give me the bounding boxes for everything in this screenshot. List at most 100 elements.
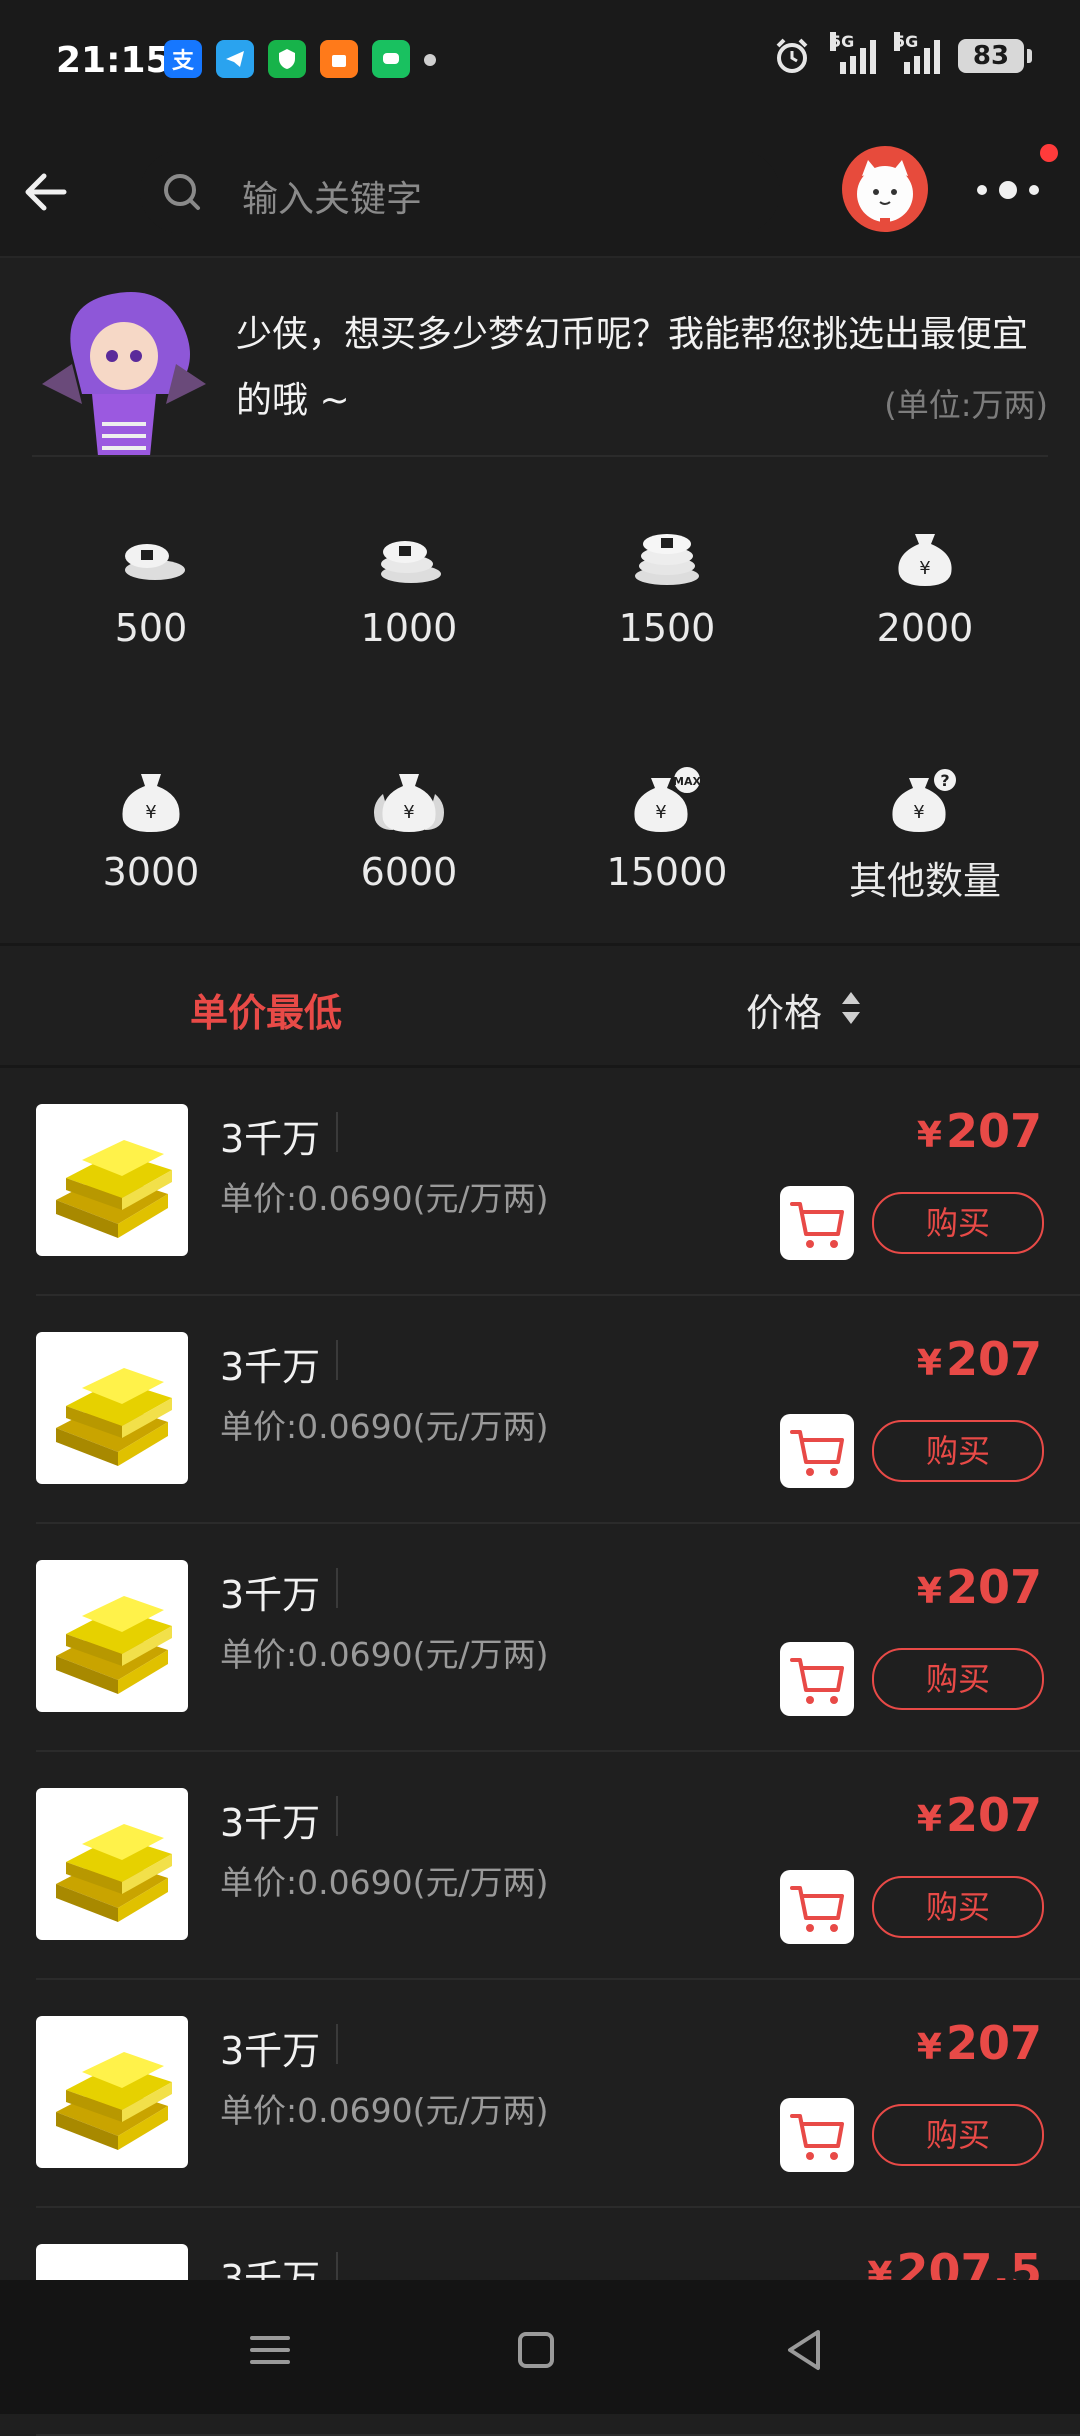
cat-mascot-icon — [857, 160, 913, 226]
svg-text:¥: ¥ — [913, 802, 924, 823]
status-time: 21:15 — [56, 40, 171, 81]
add-to-cart-button[interactable] — [780, 1414, 854, 1488]
coin-stack-small-icon — [125, 544, 185, 580]
alipay-app-icon: 支 — [164, 40, 202, 78]
shopping-app-icon — [320, 40, 358, 78]
money-bag-icon: ¥ — [898, 534, 952, 586]
listing-price: ¥207 — [917, 1332, 1042, 1386]
listing-title: 3千万 — [220, 1801, 321, 1845]
search-bar[interactable]: 输入关键字 — [140, 150, 780, 234]
sort-price[interactable]: 价格 — [746, 982, 822, 1037]
listing-price: ¥207 — [917, 2016, 1042, 2070]
listing-price: ¥207 — [917, 1560, 1042, 1614]
unit-label: (单位:万两) — [884, 386, 1048, 424]
quantity-option-15000[interactable]: ¥ MAX 15000 — [532, 714, 802, 914]
title-separator — [336, 1568, 338, 1608]
buy-button[interactable]: 购买 — [872, 1420, 1044, 1482]
quantity-option-6000[interactable]: ¥ 6000 — [274, 714, 544, 914]
sort-lowest-unit-price[interactable]: 单价最低 — [190, 982, 342, 1037]
title-separator — [336, 1112, 338, 1152]
gold-bars-icon — [56, 1140, 172, 1238]
system-status: 5G 5G 83 — [772, 32, 1032, 76]
home-icon[interactable] — [506, 2320, 566, 2380]
quantity-grid: 500 1000 1500 ¥ 2000 ¥ 3000 ¥ 6000 ¥ MAX… — [0, 470, 1080, 940]
quantity-option-3000[interactable]: ¥ 3000 — [16, 714, 286, 914]
avatar[interactable] — [842, 146, 928, 232]
price-value: 207 — [945, 2016, 1042, 2070]
security-app-icon — [268, 40, 306, 78]
listing-unit-price: 单价:0.0690(元/万两) — [220, 1863, 549, 1902]
price-value: 207 — [945, 1104, 1042, 1158]
status-bar: 21:15 支 5G 5G 83 — [0, 0, 1080, 130]
gold-bars-image — [36, 1332, 188, 1484]
listing-title: 3千万 — [220, 1345, 321, 1389]
notification-icons: 支 — [164, 40, 436, 78]
add-to-cart-button[interactable] — [780, 1870, 854, 1944]
listing-title: 3千万 — [220, 1573, 321, 1617]
listing-item[interactable]: 3千万单价:0.0690(元/万两) ¥207 购买 — [0, 1980, 1080, 2208]
divider — [32, 455, 1048, 457]
back-icon[interactable] — [774, 2320, 834, 2380]
buy-button[interactable]: 购买 — [872, 2104, 1044, 2166]
title-separator — [336, 1796, 338, 1836]
add-to-cart-button[interactable] — [780, 1186, 854, 1260]
quantity-option-500[interactable]: 500 — [16, 470, 286, 670]
currency-symbol: ¥ — [916, 1799, 942, 1840]
buy-button[interactable]: 购买 — [872, 1876, 1044, 1938]
alarm-icon — [776, 38, 808, 73]
cart-icon — [790, 1202, 844, 1248]
price-value: 207 — [945, 1332, 1042, 1386]
notification-dot — [1040, 144, 1058, 162]
coin-stack-medium-icon — [381, 541, 441, 583]
quantity-label: 15000 — [606, 850, 728, 894]
listing-unit-price: 单价:0.0690(元/万两) — [220, 2091, 549, 2130]
quantity-label: 1000 — [360, 606, 458, 650]
svg-text:¥: ¥ — [655, 802, 666, 823]
listing-item[interactable]: 3千万 单价:0.0690(元/万两) ¥207 购买 — [0, 1068, 1080, 1296]
assistant-banner: 少侠，想买多少梦幻币呢？我能帮您挑选出最便宜的哦 ~ (单位:万两) — [0, 256, 1080, 456]
cart-icon — [790, 1658, 844, 1704]
sort-arrows-icon[interactable] — [838, 988, 864, 1028]
quantity-label: 6000 — [360, 850, 458, 894]
signal-5g-2-icon: 5G — [894, 32, 940, 74]
title-separator — [336, 1340, 338, 1380]
gold-bars-image — [36, 2016, 188, 2168]
listing-price: ¥207 — [917, 1104, 1042, 1158]
money-bags-icon: ¥ — [374, 774, 444, 832]
listing-price: ¥207 — [917, 1788, 1042, 1842]
quantity-option-2000[interactable]: ¥ 2000 — [790, 470, 1060, 670]
gold-bars-image — [36, 1104, 188, 1256]
system-nav-bar — [0, 2280, 1080, 2414]
more-notifications-dot — [424, 54, 436, 66]
message-app-icon — [372, 40, 410, 78]
buy-button[interactable]: 购买 — [872, 1648, 1044, 1710]
quantity-option-other[interactable]: ¥ ? 其他数量 — [790, 714, 1060, 914]
listing-item[interactable]: 3千万 单价:0.0690(元/万两) ¥207 购买 — [0, 1524, 1080, 1752]
currency-symbol: ¥ — [916, 1115, 942, 1156]
currency-symbol: ¥ — [916, 1571, 942, 1612]
svg-text:MAX: MAX — [673, 775, 701, 788]
quantity-label: 其他数量 — [848, 859, 1001, 903]
quantity-option-1000[interactable]: 1000 — [274, 470, 544, 670]
back-arrow-icon[interactable] — [20, 164, 76, 220]
listing-unit-price: 单价:0.0690(元/万两) — [220, 1179, 549, 1218]
search-input[interactable]: 输入关键字 — [242, 170, 422, 222]
gold-bars-icon — [56, 1368, 172, 1466]
gold-bars-icon — [56, 2052, 172, 2150]
top-bar: 输入关键字 — [0, 130, 1080, 258]
sort-bar: 单价最低 价格 — [0, 946, 1080, 1066]
menu-icon[interactable] — [240, 2320, 300, 2380]
quantity-option-1500[interactable]: 1500 — [532, 470, 802, 670]
svg-text:¥: ¥ — [145, 802, 156, 823]
more-options-icon[interactable] — [972, 170, 1044, 210]
money-bag-question-icon: ¥ ? — [892, 767, 958, 832]
add-to-cart-button[interactable] — [780, 1642, 854, 1716]
listing-item[interactable]: 3千万单价:0.0690(元/万两) ¥207 购买 — [0, 1752, 1080, 1980]
add-to-cart-button[interactable] — [780, 2098, 854, 2172]
buy-button[interactable]: 购买 — [872, 1192, 1044, 1254]
listing-item[interactable]: 3千万 单价:0.0690(元/万两) ¥207 购买 — [0, 1296, 1080, 1524]
signal-5g-1-icon: 5G — [830, 32, 876, 74]
assistant-character-illustration — [42, 292, 206, 456]
listing-title: 3千万 — [220, 2029, 321, 2073]
cart-icon — [790, 2114, 844, 2160]
